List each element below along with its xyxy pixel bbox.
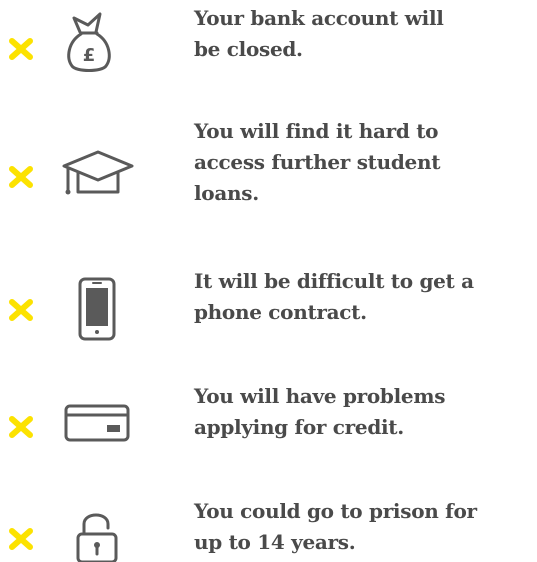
cross-icon <box>9 299 33 321</box>
cross-icon <box>9 166 33 188</box>
padlock-open-icon <box>76 513 118 562</box>
item-text: You will find it hard to access further … <box>194 119 441 205</box>
item-text: Your bank account will be closed. <box>194 6 444 61</box>
cross-icon <box>9 528 33 550</box>
item-text: You could go to prison for up to 14 year… <box>194 499 477 554</box>
cross-icon <box>9 38 33 60</box>
money-bag-pound-icon: £ <box>67 12 111 72</box>
graduation-cap-icon <box>62 150 134 195</box>
cross-icon <box>9 416 33 438</box>
mobile-phone-icon <box>78 277 116 341</box>
pound-symbol: £ <box>83 45 96 66</box>
item-text: It will be difficult to get a phone cont… <box>194 269 474 324</box>
credit-card-icon <box>64 404 130 442</box>
item-text: You will have problems applying for cred… <box>194 384 446 439</box>
